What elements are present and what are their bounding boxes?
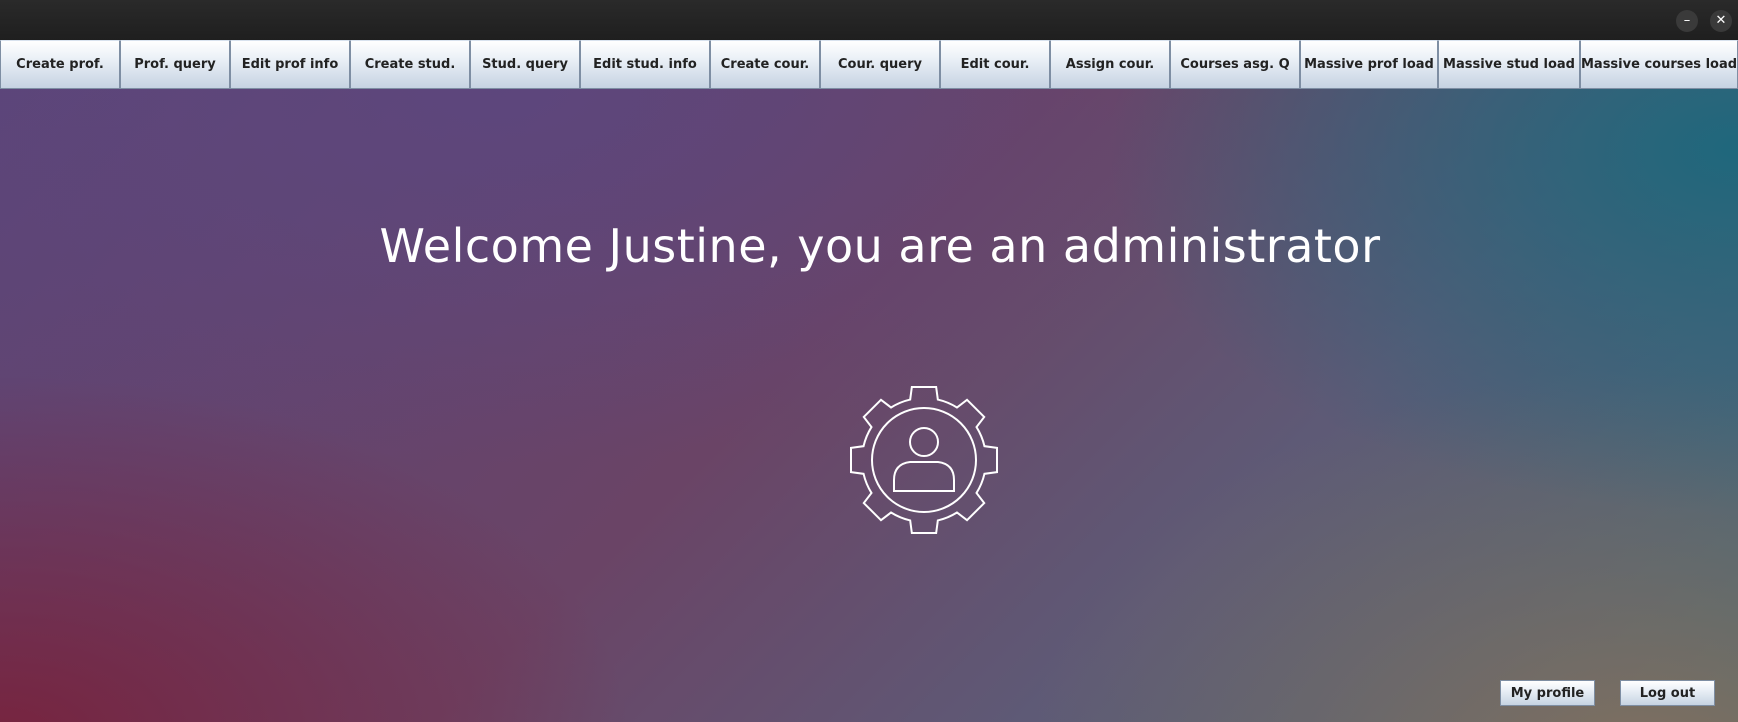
assign-course-button[interactable]: Assign cour. [1050,40,1170,89]
course-query-button[interactable]: Cour. query [820,40,940,89]
create-professor-button[interactable]: Create prof. [0,40,120,89]
massive-courses-load-button[interactable]: Massive courses load [1580,40,1738,89]
massive-professor-load-button[interactable]: Massive prof load [1300,40,1438,89]
edit-professor-info-button[interactable]: Edit prof info [230,40,350,89]
professor-query-button[interactable]: Prof. query [120,40,230,89]
app-window: – ✕ Create prof. Prof. query Edit prof i… [0,0,1738,722]
edit-student-info-button[interactable]: Edit stud. info [580,40,710,89]
close-button[interactable]: ✕ [1710,10,1732,32]
massive-student-load-button[interactable]: Massive stud load [1438,40,1580,89]
toolbar: Create prof. Prof. query Edit prof info … [0,40,1738,89]
log-out-button[interactable]: Log out [1620,680,1715,706]
create-course-button[interactable]: Create cour. [710,40,820,89]
user-head [909,427,939,457]
minimize-button[interactable]: – [1676,10,1698,32]
student-query-button[interactable]: Stud. query [470,40,580,89]
user-body [893,461,955,492]
my-profile-button[interactable]: My profile [1500,680,1595,706]
edit-course-button[interactable]: Edit cour. [940,40,1050,89]
gear-inner-ring [871,407,977,513]
welcome-heading: Welcome Justine, you are an administrato… [379,219,1381,273]
main-panel: Welcome Justine, you are an administrato… [0,89,1738,722]
title-bar[interactable]: – ✕ [0,0,1738,40]
admin-gear-user-icon [850,386,998,534]
courses-assigned-query-button[interactable]: Courses asg. Q [1170,40,1300,89]
create-student-button[interactable]: Create stud. [350,40,470,89]
